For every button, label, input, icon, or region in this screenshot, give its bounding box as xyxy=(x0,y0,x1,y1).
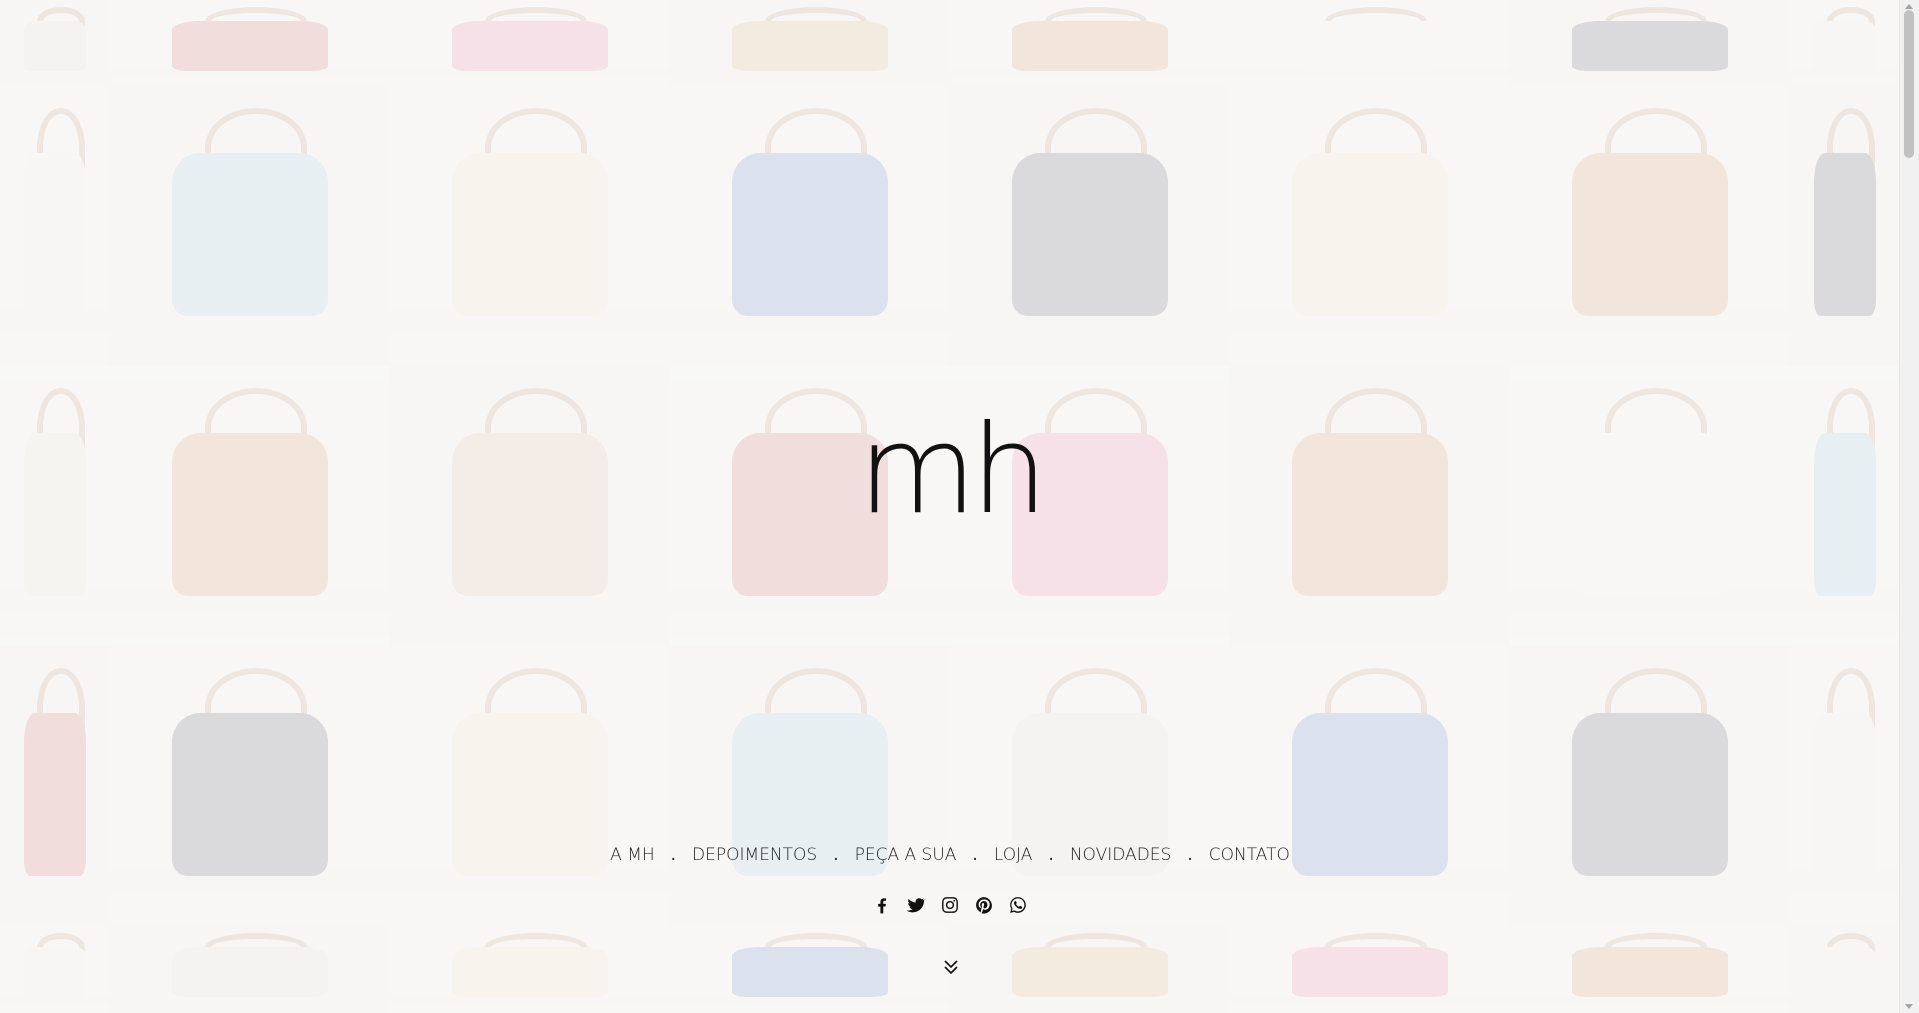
social-links xyxy=(0,892,1900,918)
nav-item-depoimentos[interactable]: DEPOIMENTOS xyxy=(692,845,817,865)
pinterest-icon[interactable] xyxy=(973,894,995,916)
scrollbar-thumb[interactable] xyxy=(1904,10,1914,158)
nav-separator: . xyxy=(1048,845,1054,865)
nav-separator: . xyxy=(833,845,839,865)
nav-separator: . xyxy=(1187,845,1193,865)
page-scrollbar[interactable] xyxy=(1899,0,1919,1013)
brand-logo[interactable]: mh xyxy=(858,400,1048,540)
twitter-icon[interactable] xyxy=(905,894,927,916)
nav-item-novidades[interactable]: NOVIDADES xyxy=(1070,845,1172,865)
instagram-icon[interactable] xyxy=(939,894,961,916)
facebook-icon[interactable] xyxy=(871,894,893,916)
nav-item-peca-a-sua[interactable]: PEÇA A SUA xyxy=(855,845,957,865)
whatsapp-icon[interactable] xyxy=(1007,894,1029,916)
scroll-up-arrow-icon[interactable] xyxy=(1905,4,1913,9)
nav-item-a-mh[interactable]: A MH xyxy=(610,845,654,865)
nav-separator: . xyxy=(972,845,978,865)
scroll-down-arrow-icon[interactable] xyxy=(1905,1004,1913,1009)
main-nav: A MH . DEPOIMENTOS . PEÇA A SUA . LOJA .… xyxy=(0,840,1900,870)
nav-item-contato[interactable]: CONTATO xyxy=(1209,845,1290,865)
nav-item-loja[interactable]: LOJA xyxy=(994,845,1033,865)
nav-separator: . xyxy=(670,845,677,865)
scroll-down-chevron-icon[interactable] xyxy=(940,955,962,979)
